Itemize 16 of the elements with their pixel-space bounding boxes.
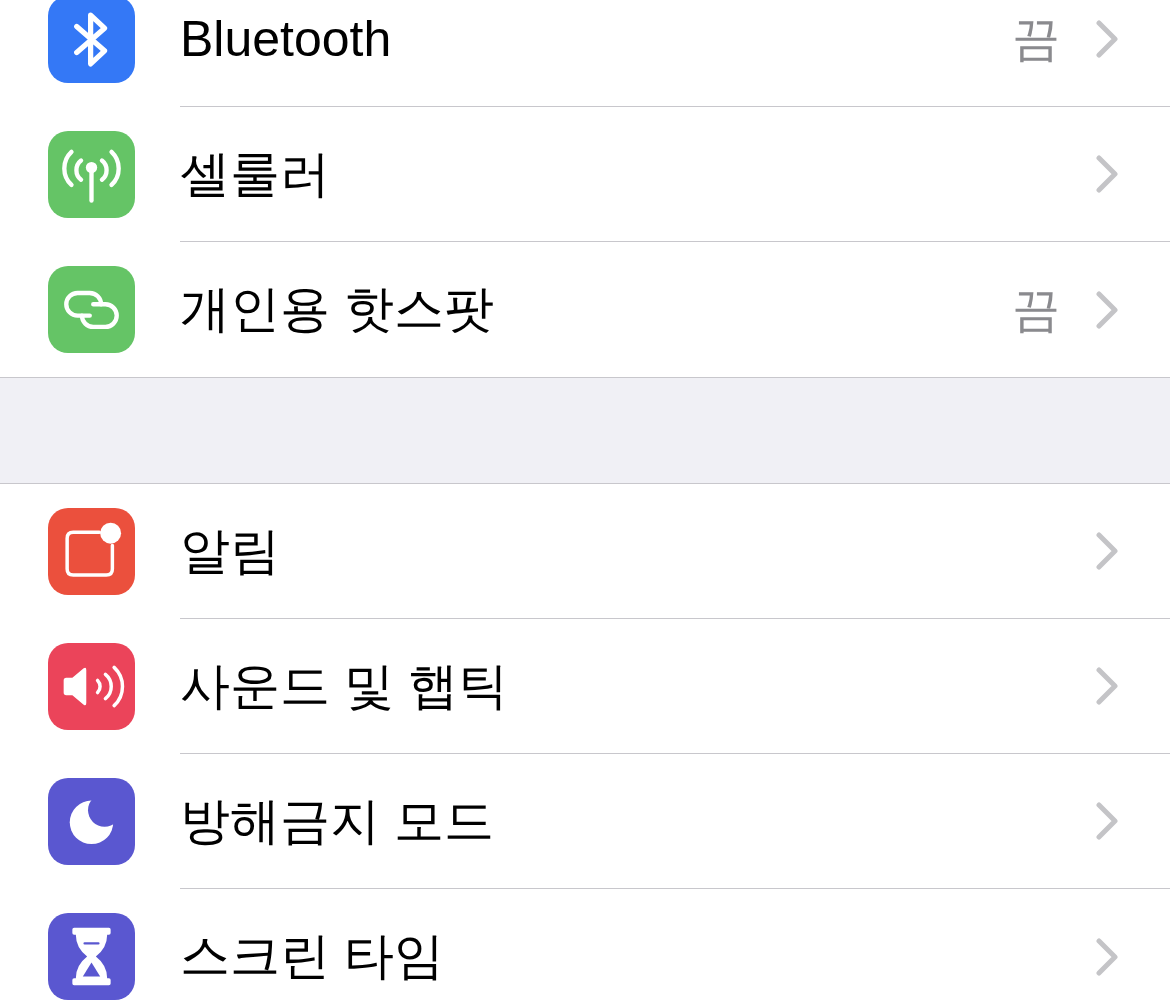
- settings-item-label[interactable]: Bluetooth: [180, 10, 392, 68]
- settings-item-label[interactable]: 스크린 타임: [180, 923, 444, 990]
- settings-item-label[interactable]: 셀룰러: [180, 140, 330, 208]
- chevron-icon: [1096, 802, 1118, 840]
- status-value: 끔: [1012, 281, 1060, 338]
- settings-item-label[interactable]: 개인용 핫스팟: [180, 276, 494, 343]
- status-value: 끔: [1012, 11, 1060, 67]
- settings-item-label[interactable]: 방해금지 모드: [180, 787, 494, 855]
- chevron-icon: [1096, 290, 1118, 329]
- settings-item-label[interactable]: 사운드 및 햅틱: [180, 652, 508, 720]
- settings-item-label[interactable]: 알림: [180, 517, 280, 585]
- chevron-icon: [1096, 937, 1118, 976]
- chevron-icon: [1096, 155, 1118, 193]
- chevron-icon: [1096, 532, 1118, 570]
- chevron-icon: [1096, 667, 1118, 705]
- chevron-icon: [1096, 20, 1118, 58]
